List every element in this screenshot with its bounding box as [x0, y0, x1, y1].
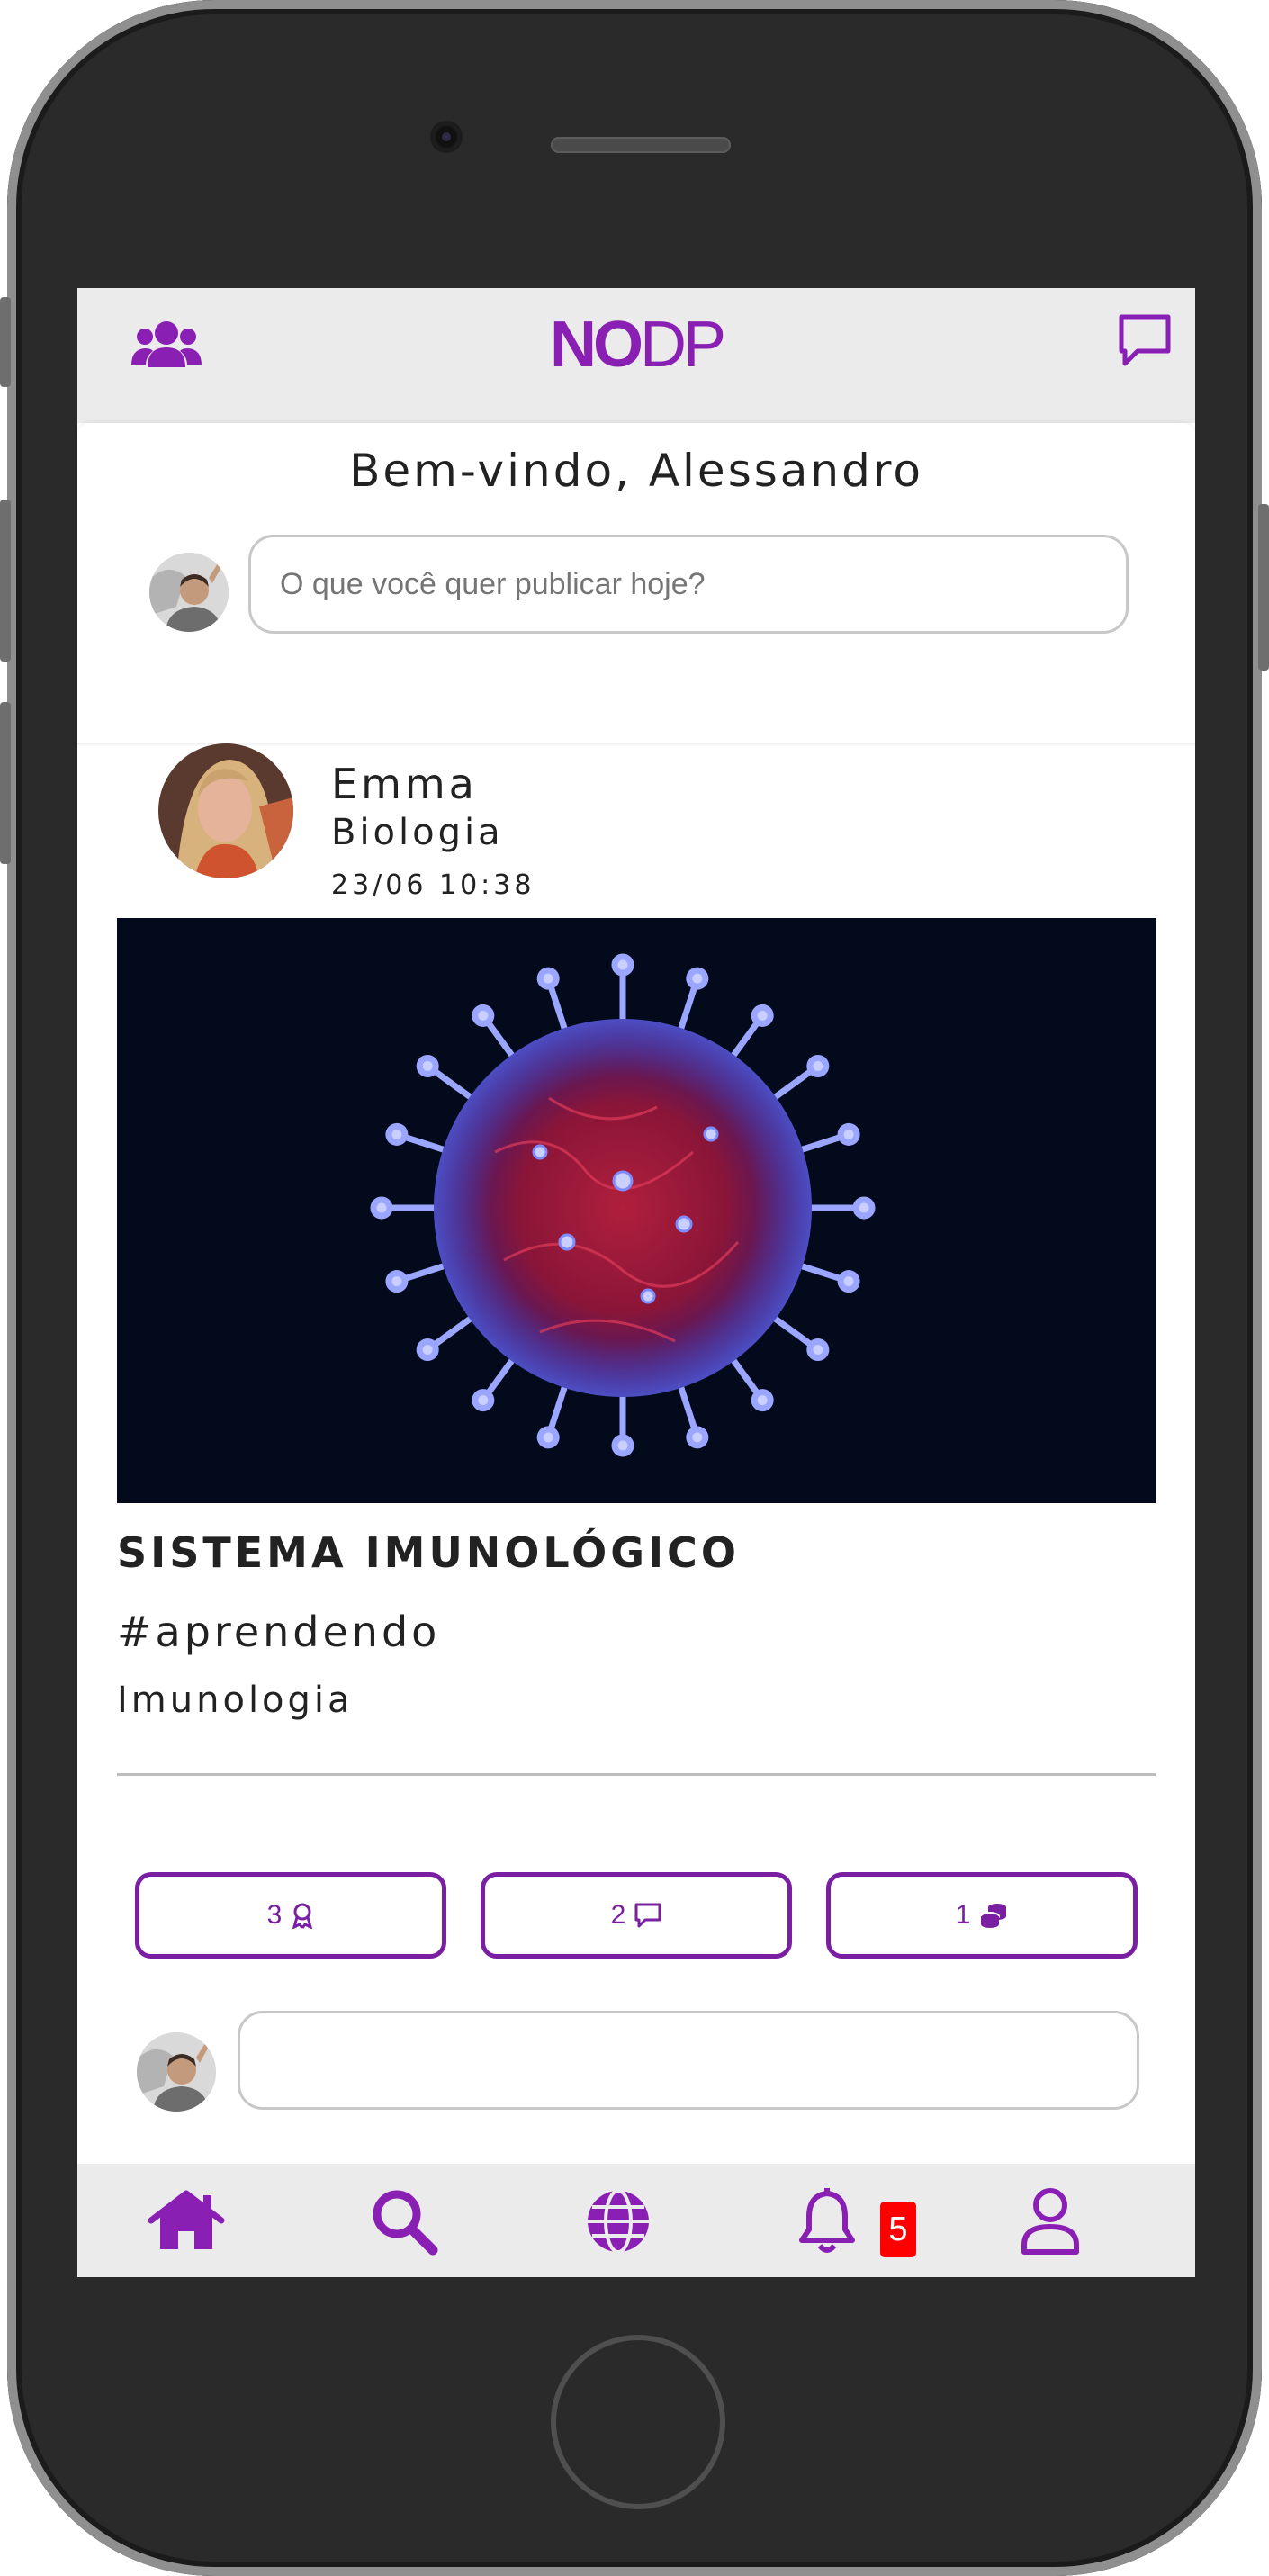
award-button[interactable]: 3	[135, 1872, 446, 1959]
post-author-name[interactable]: Emma	[331, 760, 478, 808]
composer-input[interactable]	[248, 535, 1129, 634]
post-timestamp: 23/06 10:38	[331, 869, 536, 901]
coins-button[interactable]: 1	[826, 1872, 1138, 1959]
home-button	[551, 2335, 725, 2509]
app-logo: NODP	[77, 308, 1195, 382]
post-author-subject: Biologia	[331, 812, 504, 853]
post-category: Imunologia	[117, 1680, 354, 1721]
logo-part-bold: NO	[549, 309, 644, 381]
comment-input[interactable]	[238, 2011, 1139, 2110]
chat-icon[interactable]	[1116, 310, 1174, 373]
search-icon[interactable]	[364, 2185, 445, 2257]
virus-image	[370, 953, 876, 1457]
coins-count: 1	[955, 1900, 971, 1930]
award-icon	[292, 1903, 313, 1929]
user-icon[interactable]	[1010, 2185, 1091, 2257]
volume-up-button	[0, 500, 11, 662]
current-user-avatar[interactable]	[149, 553, 229, 632]
notification-badge: 5	[880, 2202, 916, 2257]
comment-icon	[634, 1903, 662, 1928]
globe-icon[interactable]	[578, 2185, 659, 2257]
front-camera	[436, 126, 457, 148]
home-icon[interactable]	[146, 2185, 227, 2257]
post-divider	[117, 1773, 1156, 1776]
post-title: SISTEMA IMUNOLÓGICO	[117, 1528, 740, 1577]
power-button	[1258, 504, 1269, 671]
author-avatar[interactable]	[158, 743, 293, 878]
phone-frame: NODP Bem-vindo, Alessandro O que você qu…	[0, 0, 1269, 2576]
post-hashtag[interactable]: #aprendendo	[117, 1608, 440, 1656]
welcome-message: Bem-vindo, Alessandro	[349, 445, 923, 497]
commenter-avatar[interactable]	[137, 2032, 216, 2112]
comment-button[interactable]: 2	[481, 1872, 792, 1959]
earpiece-speaker	[551, 137, 731, 153]
mute-switch	[0, 297, 11, 387]
award-count: 3	[266, 1900, 283, 1930]
comment-count: 2	[610, 1900, 626, 1930]
bell-icon[interactable]	[787, 2185, 868, 2257]
app-screen: NODP Bem-vindo, Alessandro O que você qu…	[77, 288, 1195, 2277]
logo-part-rest: DP	[639, 309, 726, 381]
volume-down-button	[0, 702, 11, 864]
coins-icon	[980, 1904, 1007, 1928]
post-image	[117, 918, 1156, 1503]
